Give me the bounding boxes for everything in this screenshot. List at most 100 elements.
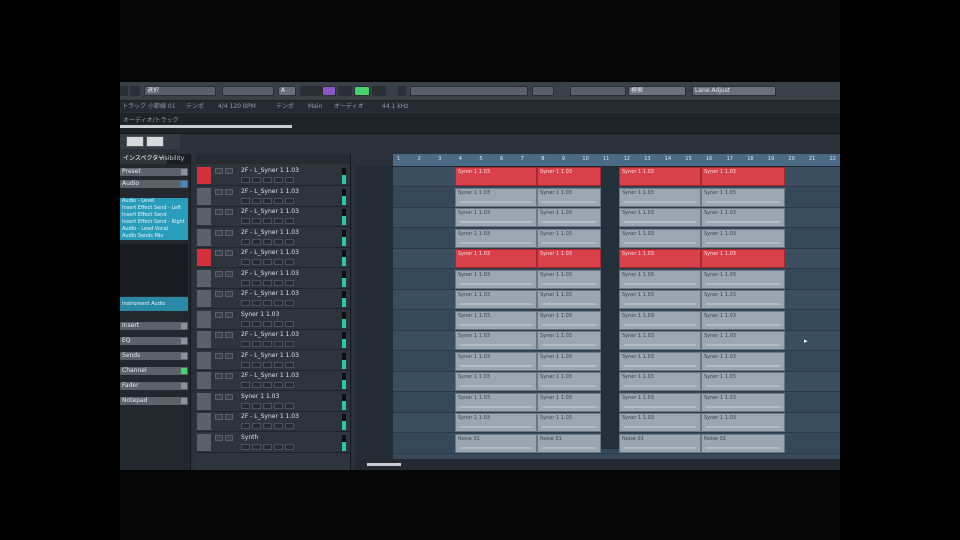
record-button[interactable] — [241, 423, 250, 429]
mute-button[interactable] — [215, 311, 223, 318]
monitor-button[interactable] — [252, 177, 261, 183]
overview-button-2[interactable] — [146, 136, 164, 147]
solo-button[interactable] — [225, 291, 233, 297]
toolbar-button-ab[interactable]: A — [278, 86, 296, 96]
write-button[interactable] — [274, 443, 283, 450]
audio-part[interactable]: Syner 1 1.03 — [455, 351, 537, 371]
lane-select[interactable]: Lane Adjust — [692, 86, 776, 96]
edit-button[interactable] — [285, 300, 294, 306]
horizontal-scrollbar[interactable] — [355, 459, 840, 470]
mute-button[interactable] — [215, 352, 223, 359]
edit-button[interactable] — [285, 177, 294, 183]
audio-part[interactable]: Syner 1 1.03 — [455, 310, 537, 330]
audio-part[interactable]: Syner 1 1.03 — [701, 331, 785, 350]
audio-part[interactable]: Syner 1 1.03 — [701, 372, 785, 391]
audio-part[interactable]: Syner 1 1.03 — [701, 208, 785, 227]
record-button[interactable] — [241, 341, 250, 347]
audio-part[interactable]: Syner 1 1.03 — [619, 372, 701, 391]
track-color-strip[interactable] — [197, 228, 211, 246]
write-button[interactable] — [274, 341, 283, 347]
write-button[interactable] — [274, 197, 283, 204]
snap-select[interactable] — [570, 86, 626, 96]
edit-button[interactable] — [285, 382, 294, 388]
tab-visibility[interactable]: Visibility — [156, 154, 187, 164]
track-color-strip[interactable] — [197, 208, 211, 225]
edit-button[interactable] — [285, 423, 294, 429]
track-color-strip[interactable] — [197, 269, 211, 287]
record-button[interactable] — [241, 320, 250, 327]
mute-button[interactable] — [215, 270, 223, 277]
toolbar-button-3[interactable] — [532, 86, 554, 96]
audio-part[interactable]: Syner 1 1.03 — [619, 167, 701, 186]
solo-button[interactable] — [225, 414, 233, 420]
monitor-button[interactable] — [252, 361, 261, 368]
edit-button[interactable] — [285, 218, 294, 224]
record-button[interactable] — [241, 177, 250, 183]
preset-select[interactable]: Preset — [120, 168, 188, 176]
record-button[interactable] — [241, 218, 250, 224]
read-button[interactable] — [263, 402, 272, 409]
audio-part[interactable]: Syner 1 1.03 — [455, 208, 537, 227]
solo-button[interactable] — [225, 229, 233, 236]
write-button[interactable] — [274, 218, 283, 224]
audio-part[interactable]: Syner 1 1.03 — [537, 331, 601, 350]
toolbar-purple-button[interactable] — [322, 86, 336, 96]
read-button[interactable] — [263, 259, 272, 265]
edit-button[interactable] — [285, 259, 294, 265]
notepad-section[interactable]: Notepad — [120, 397, 188, 405]
toolbar-group-a[interactable] — [222, 86, 274, 96]
write-button[interactable] — [274, 300, 283, 306]
solo-button[interactable] — [225, 168, 233, 174]
monitor-button[interactable] — [252, 218, 261, 224]
audio-part[interactable]: Syner 1 1.03 — [701, 351, 785, 371]
solo-button[interactable] — [225, 332, 233, 338]
record-button[interactable] — [241, 382, 250, 388]
mute-button[interactable] — [215, 414, 223, 420]
channel-section[interactable]: Channel — [120, 367, 188, 375]
monitor-button[interactable] — [252, 279, 261, 286]
audio-part[interactable]: Syner 1 1.03 — [619, 290, 701, 309]
audio-part[interactable]: Syner 1 1.03 — [701, 290, 785, 309]
audio-part[interactable]: Syner 1 1.03 — [537, 372, 601, 391]
audio-part[interactable]: Syner 1 1.03 — [537, 413, 601, 432]
audio-part[interactable]: Syner 1 1.03 — [537, 208, 601, 227]
monitor-button[interactable] — [252, 300, 261, 306]
mute-button[interactable] — [215, 188, 223, 195]
overview-ruler[interactable] — [120, 125, 292, 128]
solo-button[interactable] — [225, 188, 233, 195]
write-button[interactable] — [274, 259, 283, 265]
track-color-strip[interactable] — [197, 249, 211, 266]
audio-part[interactable]: Syner 1 1.03 — [619, 187, 701, 207]
solo-button[interactable] — [225, 373, 233, 379]
track-row[interactable]: 2F - L_Syner 1 1.03 — [196, 228, 350, 248]
mute-button[interactable] — [215, 209, 223, 215]
audio-part[interactable]: Syner 1 1.03 — [455, 187, 537, 207]
audio-part[interactable]: Syner 1 1.03 — [455, 167, 537, 186]
track-row[interactable]: Synth — [196, 433, 350, 453]
instrument-audio-box[interactable]: Instrument Audio — [120, 297, 188, 311]
record-button[interactable] — [241, 443, 250, 450]
edit-button[interactable] — [285, 320, 294, 327]
eq-section[interactable]: EQ — [120, 337, 188, 345]
inspector-cyan-item[interactable]: Insert Effect Send — [120, 212, 188, 219]
mute-button[interactable] — [215, 291, 223, 297]
mute-button[interactable] — [215, 434, 223, 441]
audio-part[interactable]: Syner 1 1.03 — [701, 413, 785, 432]
tool-palette[interactable] — [410, 86, 528, 96]
mute-button[interactable] — [215, 332, 223, 338]
track-row[interactable]: 2F - L_Syner 1 1.03 — [196, 269, 350, 289]
audio-part[interactable]: Syner 1 1.03 — [537, 269, 601, 289]
track-row[interactable]: 2F - L_Syner 1 1.03 — [196, 330, 350, 350]
solo-button[interactable] — [225, 250, 233, 256]
write-button[interactable] — [274, 382, 283, 388]
write-button[interactable] — [274, 402, 283, 409]
audio-part[interactable]: Syner 1 1.03 — [701, 228, 785, 248]
edit-button[interactable] — [285, 238, 294, 245]
track-row[interactable]: 2F - L_Syner 1 1.03 — [196, 207, 350, 227]
audio-part[interactable]: Syner 1 1.03 — [455, 249, 537, 268]
audio-part[interactable]: Syner 1 1.03 — [619, 392, 701, 412]
write-button[interactable] — [274, 279, 283, 286]
audio-part[interactable]: Syner 1 1.03 — [537, 310, 601, 330]
edit-button[interactable] — [285, 197, 294, 204]
record-button[interactable] — [241, 300, 250, 306]
